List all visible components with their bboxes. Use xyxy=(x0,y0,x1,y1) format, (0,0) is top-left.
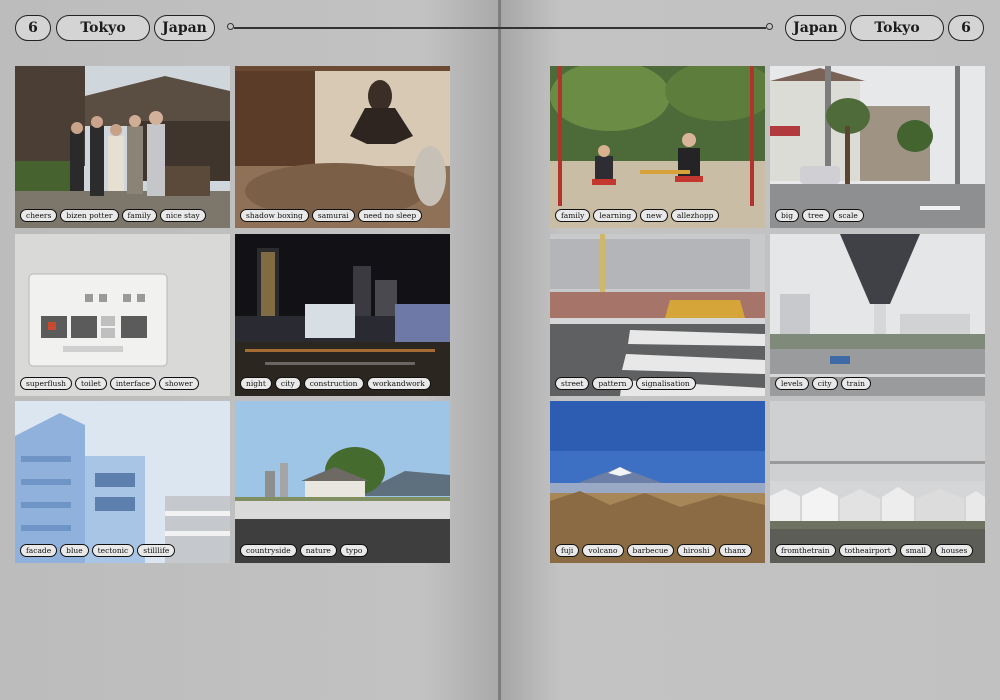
photo-tag: typo xyxy=(339,544,369,557)
photo-tags: facade blue tectonic stilllife xyxy=(20,544,176,557)
photo-tag: family xyxy=(555,209,591,222)
photo-tag: samurai xyxy=(311,209,355,222)
photo-tags: levels city train xyxy=(775,377,871,390)
photo-tag: scale xyxy=(832,209,864,222)
photo-tag: family xyxy=(121,209,157,222)
photo-tag: nice stay xyxy=(159,209,206,222)
photo-tag: signalisation xyxy=(635,377,696,390)
photo-toilet-panel: superflush toilet interface shower xyxy=(15,234,230,396)
photo-street-markings: street pattern signalisation xyxy=(550,234,765,396)
photo-tag: cheers xyxy=(20,209,58,222)
left-page-number: 6 xyxy=(15,15,51,41)
right-country-label: Japan xyxy=(785,15,846,41)
photo-houses-from-train: fromthetrain totheairport small houses xyxy=(770,401,985,563)
right-header-rule-dot xyxy=(766,23,773,30)
photo-blue-facade: facade blue tectonic stilllife xyxy=(15,401,230,563)
photo-tag: houses xyxy=(935,544,974,557)
photo-tags: street pattern signalisation xyxy=(555,377,696,390)
photo-tag: city xyxy=(274,377,301,390)
photo-tag: city xyxy=(811,377,838,390)
photo-tag: big xyxy=(775,209,800,222)
photo-tags: big tree scale xyxy=(775,209,864,222)
right-header-rule xyxy=(500,27,766,29)
photo-tag: superflush xyxy=(20,377,73,390)
photo-tags: fuji volcano barbecue hiroshi thanx xyxy=(555,544,752,557)
photo-tag: construction xyxy=(303,377,364,390)
photo-tag: fromthetrain xyxy=(775,544,836,557)
photo-tag: need no sleep xyxy=(357,209,423,222)
photo-tag: pattern xyxy=(592,377,633,390)
left-header-rule-dot xyxy=(227,23,234,30)
photo-tag: shower xyxy=(158,377,199,390)
photo-tag: blue xyxy=(60,544,89,557)
photo-tag: small xyxy=(899,544,932,557)
photo-tag: learning xyxy=(593,209,638,222)
photo-tags: superflush toilet interface shower xyxy=(20,377,199,390)
photo-tag: night xyxy=(240,377,272,390)
photo-tag: facade xyxy=(20,544,58,557)
photo-swings: family learning new allezhopp xyxy=(550,66,765,228)
photo-tags: cheers bizen potter family nice stay xyxy=(20,209,206,222)
photo-tags: shadow boxing samurai need no sleep xyxy=(240,209,423,222)
photo-night-city: night city construction workandwork xyxy=(235,234,450,396)
photo-tag: fuji xyxy=(555,544,580,557)
photo-tag: toilet xyxy=(75,377,107,390)
photo-tags: family learning new allezhopp xyxy=(555,209,720,222)
photo-tag: volcano xyxy=(582,544,624,557)
photo-mount-fuji: fuji volcano barbecue hiroshi thanx xyxy=(550,401,765,563)
photo-tag: interface xyxy=(109,377,156,390)
photo-tag: shadow boxing xyxy=(240,209,309,222)
right-city-label: Tokyo xyxy=(850,15,944,41)
left-header-rule xyxy=(234,27,500,29)
photo-tag: street xyxy=(555,377,590,390)
photo-tag: new xyxy=(640,209,668,222)
photo-tag: nature xyxy=(299,544,337,557)
photo-tag: workandwork xyxy=(366,377,431,390)
photo-tag: thanx xyxy=(718,544,752,557)
photo-tag: stilllife xyxy=(137,544,176,557)
photo-shadow-shoji: shadow boxing samurai need no sleep xyxy=(235,66,450,228)
photo-tags: night city construction workandwork xyxy=(240,377,431,390)
photo-tag: allezhopp xyxy=(670,209,720,222)
photo-street-tree: big tree scale xyxy=(770,66,985,228)
photo-elevated-track: levels city train xyxy=(770,234,985,396)
photo-tag: bizen potter xyxy=(60,209,119,222)
photo-tags: fromthetrain totheairport small houses xyxy=(775,544,974,557)
photo-tag: tectonic xyxy=(91,544,135,557)
left-country-label: Japan xyxy=(154,15,215,41)
photo-tag: totheairport xyxy=(838,544,897,557)
photo-tag: hiroshi xyxy=(677,544,716,557)
photo-tags: countryside nature typo xyxy=(240,544,369,557)
photo-tag: barbecue xyxy=(626,544,675,557)
right-page-number: 6 xyxy=(948,15,984,41)
photo-countryside: countryside nature typo xyxy=(235,401,450,563)
photo-tag: train xyxy=(840,377,871,390)
left-city-label: Tokyo xyxy=(56,15,150,41)
photo-tag: countryside xyxy=(240,544,297,557)
photo-tag: levels xyxy=(775,377,809,390)
book-spine xyxy=(498,0,501,700)
photo-family-group: cheers bizen potter family nice stay xyxy=(15,66,230,228)
photo-tag: tree xyxy=(802,209,830,222)
